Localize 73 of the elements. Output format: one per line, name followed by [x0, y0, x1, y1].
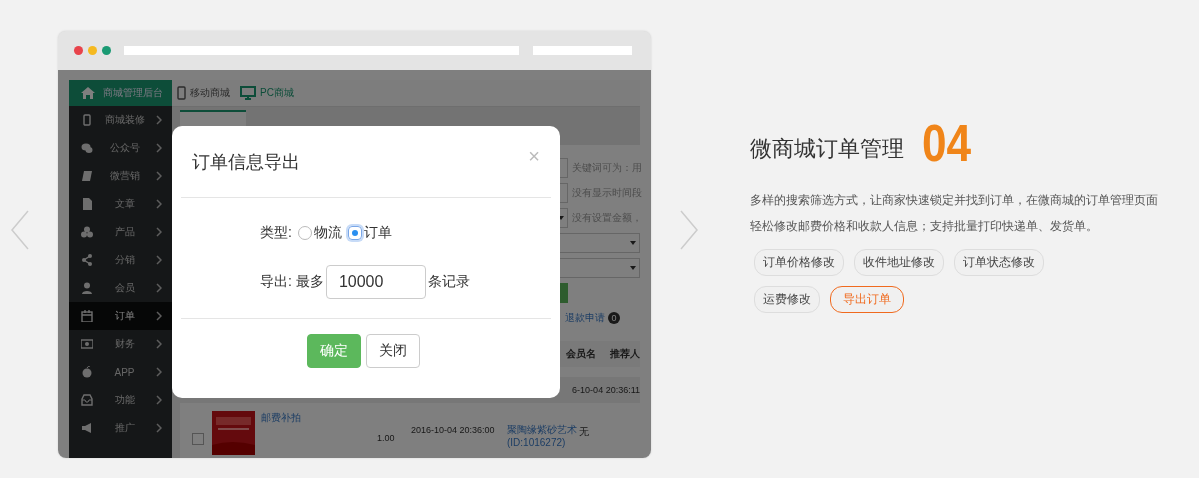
suffix-text: 条记录 [427, 273, 470, 291]
feature-tag[interactable]: 运费修改 [754, 286, 820, 313]
checkbox[interactable] [192, 433, 204, 445]
circles-icon [81, 226, 93, 238]
sidebar-item[interactable]: 文章 [69, 190, 172, 218]
chevron-icon [156, 143, 162, 153]
brand-name: 商城管理后台 [103, 86, 163, 100]
close-button[interactable]: × [528, 145, 540, 168]
nav-link[interactable]: 移动商城 [177, 86, 230, 100]
column-header: 会员名 [566, 347, 596, 361]
feature-tag[interactable]: 导出订单 [830, 286, 904, 313]
chevron-icon [156, 395, 162, 405]
feature-tag[interactable]: 订单状态修改 [954, 249, 1044, 276]
share-icon [81, 254, 93, 266]
feature-tag[interactable]: 收件地址修改 [854, 249, 944, 276]
chevron-icon [156, 227, 162, 237]
member-id: (ID:1016272) [507, 437, 567, 448]
monitor-icon [240, 86, 256, 100]
phone-icon [177, 86, 186, 100]
calendar-icon [81, 310, 93, 322]
sidebar-item[interactable]: 会员 [69, 274, 172, 302]
apple-icon [81, 366, 93, 378]
refund-link[interactable]: 退款申请 [565, 311, 605, 325]
chevron-icon [156, 311, 162, 321]
sidebar-item[interactable]: 公众号 [69, 134, 172, 162]
dialog-title: 订单信息导出 [192, 150, 300, 174]
count-badge: 0 [608, 312, 620, 324]
field-label: 类型: [260, 224, 292, 242]
caret-icon [630, 241, 636, 245]
nav-link[interactable]: PC商城 [240, 86, 294, 100]
book-icon [81, 170, 93, 182]
chevron-icon [156, 199, 162, 209]
time-cell-text: 2016-10-04 20:36:00 [411, 425, 496, 435]
confirm-button[interactable]: 确定 [306, 334, 361, 368]
sidebar-item[interactable]: 功能 [69, 386, 172, 414]
chevron-icon [156, 367, 162, 377]
feature-description: 多样的搜索筛选方式，让商家快速锁定并找到订单，在微商城的订单管理页面轻松修改邮费价格和收款人信息；支持批量打印快递单、发货单。 [750, 192, 1159, 235]
field-label: 导出: [260, 273, 292, 291]
sidebar-item[interactable]: 商城装修 [69, 106, 172, 134]
radio-button[interactable] [347, 226, 362, 240]
chevron-icon [156, 423, 162, 433]
radio-label[interactable]: 物流 [313, 224, 342, 242]
feature-number: 04 [922, 117, 972, 169]
prefix-text: 最多 [295, 273, 324, 291]
price-cell-text: 1.00 [377, 433, 396, 443]
member-name[interactable]: 聚陶缘紫砂艺术 [507, 423, 579, 437]
chevron-icon [156, 255, 162, 265]
phone-icon [81, 114, 93, 126]
product-name[interactable]: 邮费补拍 [261, 411, 377, 425]
money-icon [81, 338, 93, 350]
document-icon [81, 198, 93, 210]
chevron-icon [156, 171, 162, 181]
chevron-icon [156, 115, 162, 125]
feature-title: 微商城订单管理 [750, 135, 904, 163]
chevron-icon [156, 283, 162, 293]
sidebar-item[interactable]: 订单 [69, 302, 172, 330]
caret-icon [630, 266, 636, 270]
megaphone-icon [81, 422, 93, 434]
chevron-icon [156, 339, 162, 349]
referrer-cell: 无 [579, 425, 589, 439]
home-icon [81, 87, 95, 99]
close-dialog-button[interactable]: 关闭 [365, 334, 420, 368]
sidebar-item[interactable]: APP [69, 358, 172, 386]
radio-label[interactable]: 订单 [363, 224, 392, 242]
user-icon [81, 282, 93, 294]
feature-tag[interactable]: 订单价格修改 [754, 249, 844, 276]
sidebar-item[interactable]: 财务 [69, 330, 172, 358]
tray-icon [81, 394, 93, 406]
order-time: 6-10-04 20:36:11 [572, 385, 640, 395]
column-header: 推荐人 [610, 347, 640, 361]
count-field[interactable]: 10000 [325, 265, 426, 299]
sidebar-item[interactable]: 推广 [69, 414, 172, 442]
chat-icon [81, 142, 93, 154]
